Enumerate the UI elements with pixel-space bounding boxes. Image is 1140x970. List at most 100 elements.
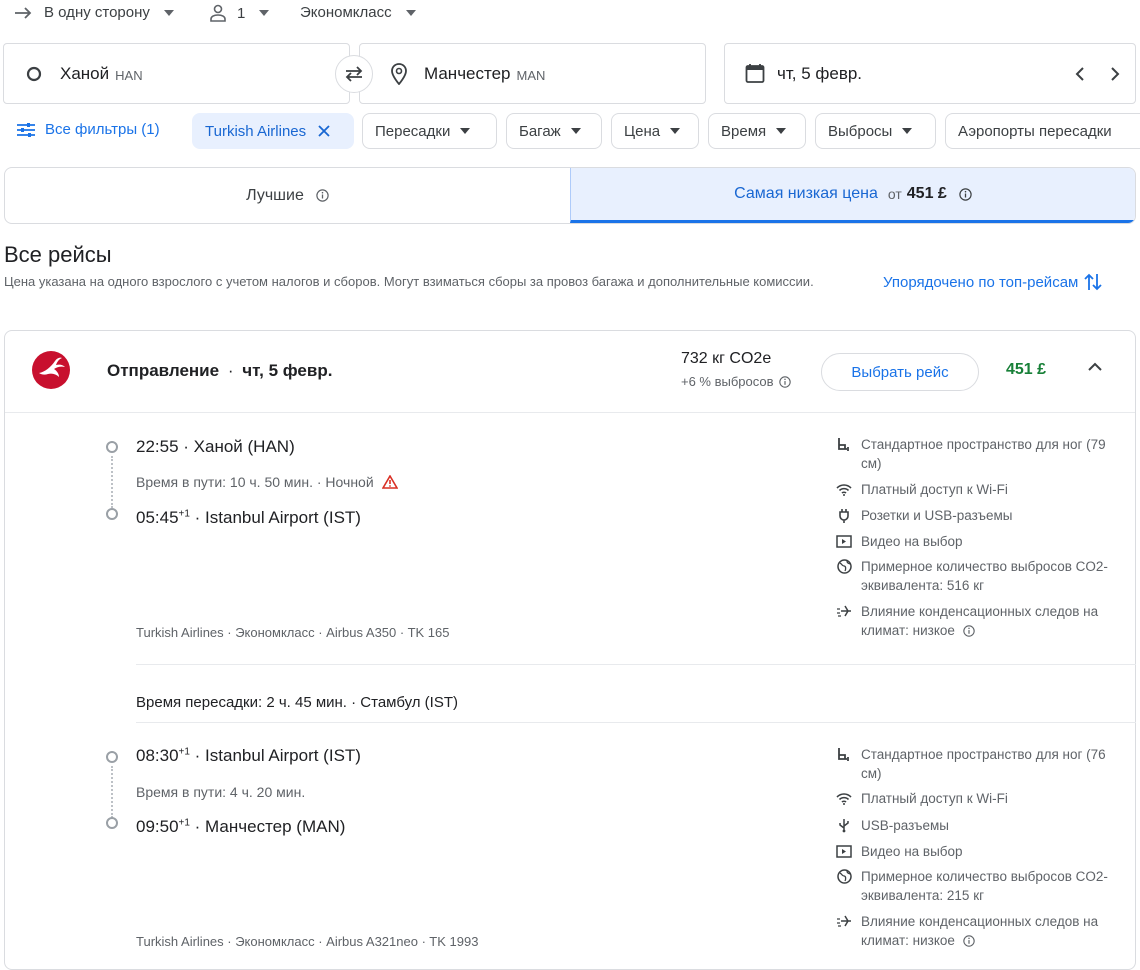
leg2-dep-time: 08:30 [136,746,179,765]
amenity-video: Видео на выбор [834,532,1124,551]
amenity-text: Примерное количество выбросов CO2-эквива… [861,559,1108,593]
video-icon [834,532,854,551]
cabin-class-select[interactable]: Экономкласс [300,4,416,21]
chevron-down-icon [163,9,174,16]
info-icon[interactable] [316,189,329,202]
timeline-dot [106,751,118,763]
emissions-chip-label: Выбросы [828,122,893,140]
stops-filter-chip[interactable]: Пересадки [362,113,497,149]
layover-info: Время пересадки: 2 ч. 45 мин. · Стамбул … [136,694,458,711]
circle-icon [26,66,42,82]
sort-label: Упорядочено по топ-рейсам [883,273,1079,291]
select-flight-button[interactable]: Выбрать рейс [821,353,979,391]
leg2-duration-label: Время в пути: 4 ч. 20 мин. [136,784,306,800]
amenity-legroom: Стандартное пространство для ног (79 см) [834,435,1124,473]
globe-icon [834,557,854,576]
info-icon[interactable] [962,935,975,947]
timeline-dot [106,508,118,520]
passengers-select[interactable]: 1 [209,4,270,22]
amenity-text: Стандартное пространство для ног (76 см) [861,747,1106,781]
airline-filter-chip[interactable]: Turkish Airlines [192,113,354,149]
leg1-duration: Время в пути: 10 ч. 50 мин. · Ночной [136,474,398,490]
arrow-right-icon [14,6,34,20]
tab-cheapest-label: Самая низкая цена [734,185,878,202]
cabin-class-label: Экономкласс [300,4,392,21]
leg2-dep-place: · Istanbul Airport (IST) [189,746,361,765]
swap-icon [343,65,365,83]
tab-best[interactable]: Лучшие [5,168,570,223]
connecting-airports-filter-chip[interactable]: Аэропорты пересадки [945,113,1140,149]
person-icon [209,4,227,22]
leg1-arr-sup: +1 [178,508,190,520]
chevron-down-icon [776,128,787,134]
flight-card-header[interactable]: Отправление · чт, 5 февр. 732 кг CO2e +6… [5,331,1135,413]
divider [136,722,1136,723]
amenity-text: Видео на выбор [861,534,963,549]
chevron-down-icon [259,10,270,16]
info-icon[interactable] [959,187,972,201]
turkish-airlines-logo [31,350,71,390]
leg1-details: Turkish Airlines · Экономкласс · Airbus … [136,625,450,640]
leg2-arr-time: 09:50 [136,817,179,836]
leg1-arr-place: · Istanbul Airport (IST) [189,508,361,527]
leg1-dep-place: · Ханой (HAN) [178,437,295,456]
amenity-power: Розетки и USB-разъемы [834,506,1124,525]
swap-button[interactable] [335,55,373,93]
warning-icon [381,475,398,489]
results-subtitle: Цена указана на одного взрослого с учето… [4,274,814,289]
all-filters-button[interactable]: Все фильтры (1) [17,121,160,138]
leg1-dep-time: 22:55 [136,437,179,456]
amenity-text: USB-разъемы [861,818,949,833]
amenity-text: Влияние конденсационных следов на климат… [861,604,1099,638]
emissions-filter-chip[interactable]: Выбросы [815,113,936,149]
chevron-down-icon [902,128,913,134]
times-chip-label: Время [721,122,767,140]
times-filter-chip[interactable]: Время [708,113,806,149]
leg1-departure: 22:55 · Ханой (HAN) [136,437,295,457]
price-filter-chip[interactable]: Цена [611,113,699,149]
date-field[interactable]: чт, 5 февр. [724,43,1136,104]
amenity-usb: USB-разъемы [834,816,1124,835]
next-date-button[interactable] [1110,66,1120,82]
tab-cheapest-price: 451 £ [906,185,947,202]
close-icon[interactable] [318,125,330,137]
timeline-line [111,766,113,818]
tab-best-label: Лучшие [246,186,304,204]
amenity-text: Примерное количество выбросов CO2-эквива… [861,869,1108,903]
previous-date-button[interactable] [1075,66,1085,82]
tab-cheapest[interactable]: Самая низкая цена от 451 £ [570,168,1135,223]
sort-button[interactable]: Упорядочено по топ-рейсам [883,272,1102,292]
chevron-down-icon [570,128,581,134]
leg2-arr-sup: +1 [178,817,190,829]
wifi-icon [834,480,854,499]
trip-type-select[interactable]: В одну сторону [14,4,174,21]
amenity-text: Видео на выбор [861,844,963,859]
timeline-dot [106,441,118,453]
amenity-text: Влияние конденсационных следов на климат… [861,914,1099,948]
usb-icon [834,816,854,835]
amenity-text: Стандартное пространство для ног (79 см) [861,437,1106,471]
amenity-legroom: Стандартное пространство для ног (76 см) [834,745,1124,783]
origin-field[interactable]: Ханой HAN [3,43,350,104]
leg2-arrival: 09:50+1 · Манчестер (MAN) [136,817,345,837]
all-filters-label: Все фильтры (1) [45,121,160,138]
leg1-arrival: 05:45+1 · Istanbul Airport (IST) [136,508,361,528]
info-icon[interactable] [962,625,975,637]
flight-price: 451 £ [1006,361,1047,378]
airline-chip-label: Turkish Airlines [205,122,307,140]
timeline-line [111,456,113,508]
connecting-airports-chip-label: Аэропорты пересадки [958,122,1112,140]
amenity-wifi: Платный доступ к Wi-Fi [834,480,1124,499]
results-title: Все рейсы [4,242,112,267]
destination-field[interactable]: Манчестер MAN [359,43,706,104]
price-chip-label: Цена [624,122,661,140]
contrail-icon [834,912,854,931]
chevron-up-icon[interactable] [1087,362,1103,372]
amenity-contrail: Влияние конденсационных следов на климат… [834,912,1124,950]
tab-cheapest-from: от [887,186,902,202]
info-icon[interactable] [778,375,791,388]
sort-icon [1084,272,1102,292]
contrail-icon [834,602,854,621]
bags-filter-chip[interactable]: Багаж [506,113,602,149]
departure-label: Отправление [107,361,220,380]
